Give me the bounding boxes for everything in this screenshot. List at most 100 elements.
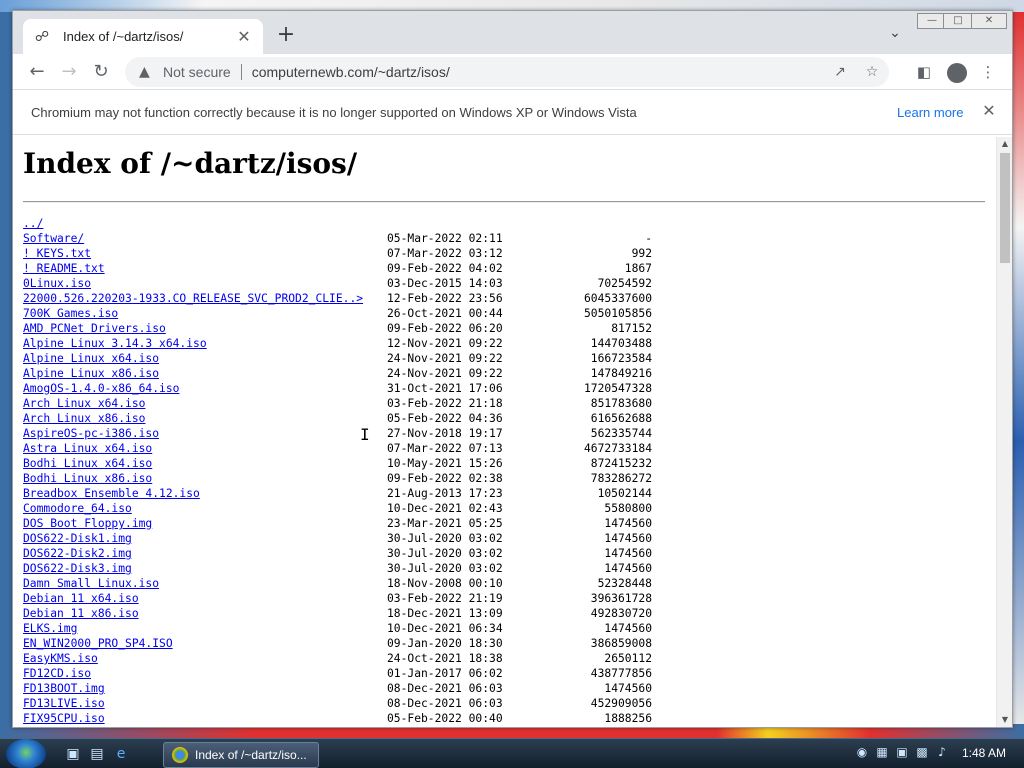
forward-arrow-icon[interactable]: → xyxy=(57,60,81,84)
listing-row: 0Linux.iso 03-Dec-2015 14:03 70254592 xyxy=(23,276,652,291)
file-link[interactable]: Breadbox Ensemble 4.12.iso xyxy=(23,486,387,501)
browser-toolbar: ← → ↻ ▲ Not secure computernewb.com/~dar… xyxy=(13,54,1012,90)
taskbar-clock[interactable]: 1:48 AM xyxy=(962,746,1006,760)
explorer-icon[interactable]: ▤ xyxy=(88,745,106,763)
file-link[interactable]: Damn Small Linux.iso xyxy=(23,576,387,591)
file-link[interactable]: ELKS.img xyxy=(23,621,387,636)
file-size: 144703488 xyxy=(590,337,652,350)
file-date: 21-Aug-2013 17:23 xyxy=(387,487,503,500)
file-link[interactable]: ! KEYS.txt xyxy=(23,246,387,261)
network-globe-icon[interactable]: ◉ xyxy=(854,743,870,761)
file-link[interactable]: DOS Boot Floppy.img xyxy=(23,516,387,531)
file-size: 992 xyxy=(631,247,652,260)
file-link[interactable]: Alpine Linux x86.iso xyxy=(23,366,387,381)
system-tray: ◉ ▦ ▣ ▩ ♪ xyxy=(854,743,950,761)
not-secure-label[interactable]: Not secure xyxy=(163,64,231,80)
file-link[interactable]: AMD PCNet Drivers.iso xyxy=(23,321,387,336)
file-link[interactable]: Commodore_64.iso xyxy=(23,501,387,516)
omnibox-separator xyxy=(240,64,242,80)
file-date: 01-Jan-2017 06:02 xyxy=(387,667,503,680)
infobar-close-icon[interactable]: ✕ xyxy=(979,101,999,121)
warning-triangle-icon[interactable]: ▲ xyxy=(139,64,157,80)
new-tab-icon[interactable]: + xyxy=(275,24,297,47)
file-link[interactable]: FD13BOOT.img xyxy=(23,681,387,696)
listing-row: Alpine Linux x64.iso 24-Nov-2021 09:22 166… xyxy=(23,351,652,366)
listing-row: Breadbox Ensemble 4.12.iso 21-Aug-2013 17… xyxy=(23,486,652,501)
file-link[interactable]: Astra Linux x64.iso xyxy=(23,441,387,456)
file-link[interactable]: Debian 11 x64.iso xyxy=(23,591,387,606)
listing-row: Commodore_64.iso 10-Dec-2021 02:43 5580800 xyxy=(23,501,652,516)
desktop-background-right xyxy=(1012,12,1024,728)
file-link[interactable]: Software/ xyxy=(23,231,387,246)
file-link[interactable]: AspireOS-pc-i386.iso xyxy=(23,426,387,441)
tab-title: Index of /~dartz/isos/ xyxy=(63,29,184,44)
file-size: 817152 xyxy=(611,322,652,335)
file-link[interactable]: DOS622-Disk1.img xyxy=(23,531,387,546)
file-link[interactable]: 700K Games.iso xyxy=(23,306,387,321)
file-link[interactable]: FD13LIVE.iso xyxy=(23,696,387,711)
scroll-down-arrow-icon[interactable]: ▼ xyxy=(997,713,1013,727)
file-link[interactable]: ! README.txt xyxy=(23,261,387,276)
file-date: 09-Feb-2022 02:38 xyxy=(387,472,503,485)
file-date: 05-Feb-2022 04:36 xyxy=(387,412,503,425)
tab-strip: ☍ Index of /~dartz/isos/ ✕ + ⌄ — □ ✕ xyxy=(13,11,1012,54)
maximize-button[interactable]: □ xyxy=(943,13,973,29)
file-date: 30-Jul-2020 03:02 xyxy=(387,547,503,560)
file-date: 07-Mar-2022 07:13 xyxy=(387,442,503,455)
listing-row: AMD PCNet Drivers.iso 09-Feb-2022 06:20 81… xyxy=(23,321,652,336)
file-link[interactable]: Alpine Linux x64.iso xyxy=(23,351,387,366)
url-text[interactable]: computernewb.com/~dartz/isos/ xyxy=(252,64,450,80)
file-size: 1474560 xyxy=(604,517,652,530)
parent-directory-link[interactable]: ../ xyxy=(23,216,387,231)
tray-app-icon[interactable]: ▦ xyxy=(874,743,890,761)
taskbar-window-button[interactable]: Index of /~dartz/iso... xyxy=(163,742,319,768)
listing-row: FD12CD.iso 01-Jan-2017 06:02 438777856 xyxy=(23,666,652,681)
side-panel-icon[interactable]: ◧ xyxy=(913,61,935,83)
file-link[interactable]: 22000.526.220203-1933.CO_RELEASE_SVC_PRO… xyxy=(23,291,387,306)
file-date: 03-Dec-2015 14:03 xyxy=(387,277,503,290)
file-link[interactable]: Arch Linux x64.iso xyxy=(23,396,387,411)
show-desktop-icon[interactable]: ▣ xyxy=(64,745,82,763)
listing-row: Astra Linux x64.iso 07-Mar-2022 07:13 4672… xyxy=(23,441,652,456)
file-size: 70254592 xyxy=(597,277,652,290)
file-link[interactable]: DOS622-Disk3.img xyxy=(23,561,387,576)
learn-more-link[interactable]: Learn more xyxy=(897,105,963,120)
address-bar[interactable]: ▲ Not secure computernewb.com/~dartz/iso… xyxy=(125,57,889,87)
file-link[interactable]: Alpine Linux 3.14.3 x64.iso xyxy=(23,336,387,351)
file-date: 18-Dec-2021 13:09 xyxy=(387,607,503,620)
file-link[interactable]: 0Linux.iso xyxy=(23,276,387,291)
file-link[interactable]: AmogOS-1.4.0-x86_64.iso xyxy=(23,381,387,396)
tab-search-chevron-icon[interactable]: ⌄ xyxy=(885,25,905,45)
back-arrow-icon[interactable]: ← xyxy=(25,60,49,84)
reload-icon[interactable]: ↻ xyxy=(89,60,113,84)
file-link[interactable]: FD12CD.iso xyxy=(23,666,387,681)
file-link[interactable]: EasyKMS.iso xyxy=(23,651,387,666)
scrollbar-thumb[interactable] xyxy=(1000,153,1010,263)
window-close-button[interactable]: ✕ xyxy=(971,13,1007,29)
file-link[interactable]: Debian 11 x86.iso xyxy=(23,606,387,621)
share-icon[interactable]: ↗ xyxy=(831,64,849,82)
bookmark-star-icon[interactable]: ☆ xyxy=(863,64,881,82)
scroll-up-arrow-icon[interactable]: ▲ xyxy=(997,137,1013,151)
menu-kebab-icon[interactable]: ⋮ xyxy=(977,61,999,83)
vertical-scrollbar[interactable]: ▲ ▼ xyxy=(996,137,1012,727)
file-link[interactable]: Arch Linux x86.iso xyxy=(23,411,387,426)
internet-explorer-icon[interactable]: e xyxy=(112,745,130,763)
tray-security-icon[interactable]: ▣ xyxy=(894,743,910,761)
tab-close-icon[interactable]: ✕ xyxy=(235,27,253,46)
chromium-icon xyxy=(172,747,188,763)
file-link[interactable]: Bodhi Linux x86.iso xyxy=(23,471,387,486)
file-size: 2650112 xyxy=(604,652,652,665)
file-link[interactable]: DOS622-Disk2.img xyxy=(23,546,387,561)
volume-muted-icon[interactable]: ♪ xyxy=(934,743,950,761)
file-link[interactable]: EN_WIN2000_PRO_SP4.ISO xyxy=(23,636,387,651)
file-size: 783286272 xyxy=(590,472,652,485)
active-tab[interactable]: ☍ Index of /~dartz/isos/ ✕ xyxy=(23,19,263,54)
start-button[interactable] xyxy=(6,739,46,768)
file-link[interactable]: Bodhi Linux x64.iso xyxy=(23,456,387,471)
monitor-icon[interactable]: ▩ xyxy=(914,743,930,761)
file-link[interactable]: FIX95CPU.iso xyxy=(23,711,387,726)
page-title: Index of /~dartz/isos/ xyxy=(23,147,358,180)
profile-avatar-icon[interactable] xyxy=(947,63,967,83)
listing-row: DOS622-Disk1.img 30-Jul-2020 03:02 1474560 xyxy=(23,531,652,546)
